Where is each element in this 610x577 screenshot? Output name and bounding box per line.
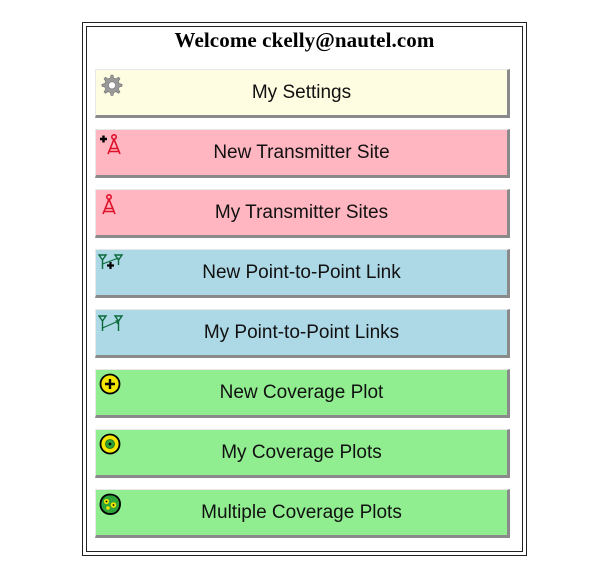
menu-label: My Point-to-Point Links — [203, 321, 400, 343]
menu-label: My Settings — [251, 81, 352, 103]
transmitter-icon — [98, 192, 124, 218]
menu-label: Multiple Coverage Plots — [201, 501, 402, 523]
menu-label: My Coverage Plots — [221, 441, 382, 463]
new-coverage-plot-button[interactable]: New Coverage Plot — [95, 369, 510, 418]
my-transmitter-sites-button[interactable]: My Transmitter Sites — [95, 189, 510, 238]
menu-label: New Point-to-Point Link — [202, 261, 401, 283]
my-point-to-point-links-button[interactable]: My Point-to-Point Links — [95, 309, 510, 358]
gear-icon — [98, 72, 124, 98]
welcome-title: Welcome ckelly@nautel.com — [174, 28, 435, 52]
coverage-icon — [98, 432, 124, 458]
multi-coverage-icon — [98, 492, 124, 518]
add-transmitter-icon — [98, 132, 124, 158]
new-point-to-point-link-button[interactable]: New Point-to-Point Link — [95, 249, 510, 298]
menu-label: My Transmitter Sites — [214, 201, 389, 223]
menu-label: New Coverage Plot — [219, 381, 384, 403]
new-transmitter-site-button[interactable]: New Transmitter Site — [95, 129, 510, 178]
menu-label: New Transmitter Site — [213, 141, 390, 163]
my-settings-button[interactable]: My Settings — [95, 69, 510, 118]
link-icon — [98, 312, 124, 338]
add-link-icon — [98, 252, 124, 278]
main-menu-panel: Welcome ckelly@nautel.com My Settings Ne… — [82, 22, 527, 556]
my-coverage-plots-button[interactable]: My Coverage Plots — [95, 429, 510, 478]
add-coverage-icon — [98, 372, 124, 398]
multiple-coverage-plots-button[interactable]: Multiple Coverage Plots — [95, 489, 510, 538]
